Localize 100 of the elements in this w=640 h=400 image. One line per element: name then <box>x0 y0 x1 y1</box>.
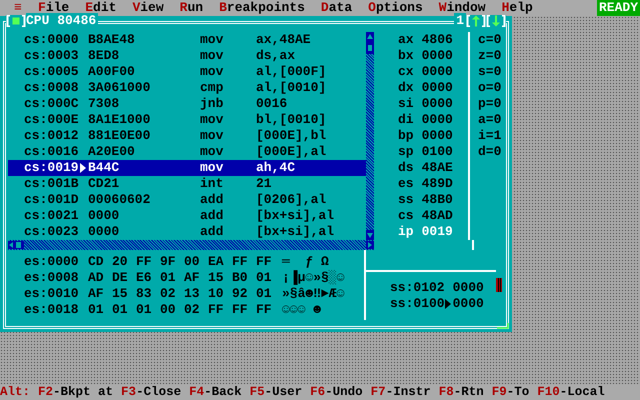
function-key-hint[interactable]: F2-Bkpt at <box>38 384 114 400</box>
register-name: dx <box>398 80 414 96</box>
scroll-up-icon[interactable] <box>366 32 374 42</box>
mnemonic-cell-text: add <box>200 224 224 240</box>
bytes-cell-text: 00060602 <box>88 192 152 208</box>
scroll-down-icon[interactable] <box>366 230 374 240</box>
close-icon[interactable] <box>6 15 26 27</box>
resize-corner-icon[interactable] <box>497 323 509 329</box>
function-key-hint[interactable]: F8-Rtn <box>438 384 484 400</box>
scroll-thumb-icon[interactable] <box>496 278 502 292</box>
horizontal-scrollbar[interactable] <box>8 240 374 250</box>
register-name: ss <box>398 192 414 208</box>
byte-cell-text: 83 <box>136 286 153 302</box>
address-cell: cs:0008 <box>24 80 80 96</box>
ascii-cell-text: ═ ƒ Ω <box>281 254 329 270</box>
menu-item[interactable]: Options <box>368 0 423 16</box>
byte-cell-text: 00 <box>184 254 201 270</box>
code-row[interactable]: cs:0005 A00F00 mov al,[000F] <box>8 64 366 80</box>
function-key-hint[interactable]: F10-Local <box>537 384 605 400</box>
operand-cell-text: ax,48AE <box>256 32 312 48</box>
function-key-hint[interactable]: F6-Undo <box>310 384 363 400</box>
scroll-thumb[interactable] <box>366 42 374 54</box>
menu-item[interactable]: Run <box>180 0 204 16</box>
code-row[interactable]: cs:0021 0000 add [bx+si],al <box>8 208 366 224</box>
address-cell: cs:0021 <box>24 208 80 224</box>
code-row[interactable]: cs:0023 0000 add [bx+si],al <box>8 224 366 240</box>
address-cell: cs:0023 <box>24 224 80 240</box>
stack-address: ss:0100 <box>390 296 445 312</box>
code-row[interactable]: cs:0000 B8AE48 mov ax,48AE <box>8 32 366 48</box>
code-row[interactable]: cs:0016 A20E00 mov [000E],al <box>8 144 366 160</box>
operand-cell-text: [bx+si],al <box>256 224 336 240</box>
menu-item[interactable]: Window <box>438 0 486 16</box>
menu-item[interactable]: Edit <box>85 0 116 16</box>
function-key-hint[interactable]: F9-To <box>492 384 530 400</box>
operand-cell-text: [000E],al <box>256 144 328 160</box>
register-value: 48AD <box>422 208 453 224</box>
byte-cell-text: 01 <box>136 302 153 318</box>
code-row[interactable]: cs:000E 8A1E1000 mov bl,[0010] <box>8 112 366 128</box>
byte-cell-text: 15 <box>112 286 129 302</box>
menu-item[interactable]: Breakpoints <box>219 0 305 16</box>
code-row[interactable]: cs:000C 7308 jnb 0016 <box>8 96 366 112</box>
code-row[interactable]: cs:0008 3A061000 cmp al,[0010] <box>8 80 366 96</box>
vertical-scrollbar[interactable] <box>366 32 374 240</box>
byte-cell-text: FF <box>208 302 225 318</box>
mnemonic-cell-text: mov <box>200 112 224 128</box>
bytes-cell-text: A20E00 <box>88 144 136 160</box>
register-name: di <box>398 112 414 128</box>
byte-cell-text: 01 <box>112 302 129 318</box>
byte-cell-text: 02 <box>184 302 201 318</box>
function-key-hint[interactable]: F7-Instr <box>370 384 431 400</box>
code-row[interactable]: cs:0019 B44C mov ah,4C <box>8 160 366 176</box>
scroll-right-icon[interactable] <box>366 241 374 249</box>
byte-cell-text: 92 <box>232 286 249 302</box>
register-value: 0019 <box>422 224 453 240</box>
ascii-cell-text: ☺☺☺ ☻ <box>281 302 322 318</box>
mnemonic-cell-text: int <box>200 176 224 192</box>
mnemonic-cell-text: mov <box>200 64 224 80</box>
address-cell: cs:001D <box>24 192 80 208</box>
address-cell: cs:0012 <box>24 128 80 144</box>
function-key-hint[interactable]: F4-Back <box>189 384 242 400</box>
byte-cell-text: 01 <box>256 270 273 286</box>
mnemonic-cell-text: jnb <box>200 96 224 112</box>
stack-pointer-icon <box>444 299 451 309</box>
register-name: si <box>398 96 414 112</box>
menu-item[interactable]: Help <box>502 0 533 16</box>
code-row[interactable]: cs:0003 8ED8 mov ds,ax <box>8 48 366 64</box>
address-cell: cs:000E <box>24 112 80 128</box>
byte-cell-text: 9F <box>160 254 177 270</box>
register-value: 48AE <box>422 160 453 176</box>
mnemonic-cell-text: mov <box>200 144 224 160</box>
byte-cell-text: FF <box>136 254 153 270</box>
operand-cell-text: ah,4C <box>256 160 296 176</box>
menu-item[interactable]: Data <box>320 0 352 16</box>
stack-value: 0000 <box>452 296 484 312</box>
menu-item[interactable]: View <box>132 0 164 16</box>
zoom-icon[interactable] <box>466 15 486 27</box>
operand-cell-text: 0016 <box>256 96 288 112</box>
code-row[interactable]: cs:001B CD21 int 21 <box>8 176 366 192</box>
byte-cell-text: 20 <box>112 254 129 270</box>
mnemonic-cell-text: mov <box>200 160 224 176</box>
byte-cell-text: DE <box>112 270 129 286</box>
bytes-cell-text: 881E0E00 <box>88 128 152 144</box>
register-value: 0000 <box>422 80 453 96</box>
function-key-hint[interactable]: F3-Close <box>121 384 182 400</box>
restore-icon[interactable] <box>486 15 506 27</box>
function-key-hint[interactable]: F5-User <box>250 384 302 400</box>
register-value: 0000 <box>422 112 453 128</box>
byte-cell-text: 00 <box>160 302 177 318</box>
scroll-left-icon[interactable] <box>8 241 24 249</box>
register-value: 489D <box>422 176 453 192</box>
menu-item[interactable]: File <box>38 0 70 16</box>
code-row[interactable]: cs:0012 881E0E00 mov [000E],bl <box>8 128 366 144</box>
bytes-cell-text: B44C <box>88 160 120 176</box>
byte-cell-text: FF <box>232 254 249 270</box>
mnemonic-cell-text: add <box>200 208 224 224</box>
code-row[interactable]: cs:001D 00060602 add [0206],al <box>8 192 366 208</box>
bytes-cell-text: 0000 <box>88 224 120 240</box>
mnemonic-cell-text: add <box>200 192 224 208</box>
register-value: 0000 <box>422 48 453 64</box>
operand-cell-text: [0206],al <box>256 192 328 208</box>
